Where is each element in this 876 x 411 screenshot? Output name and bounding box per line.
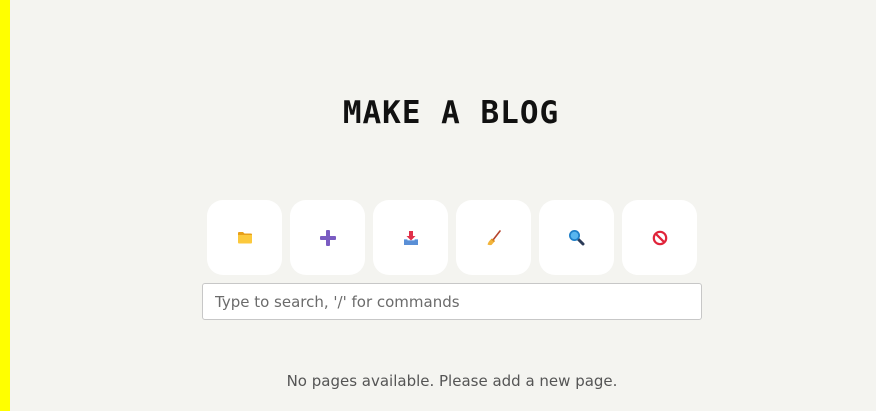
prohibited-icon [652,230,667,245]
search-field [202,283,702,320]
app-root: MAKE A BLOG Type to search, '/' for comm… [0,0,876,411]
folder-icon [237,232,252,244]
open-folder-button[interactable] [207,200,282,275]
import-button[interactable] [373,200,448,275]
plus-icon [319,229,336,246]
accent-bar [0,0,10,411]
page-title: MAKE A BLOG [342,95,560,131]
inbox-download-icon [403,230,418,245]
magnifier-icon [569,230,585,246]
cancel-button[interactable] [622,200,697,275]
add-page-button[interactable] [290,200,365,275]
broom-icon [487,229,501,245]
clear-button[interactable] [456,200,531,275]
search-button[interactable] [539,200,614,275]
search-input[interactable] [203,284,701,319]
empty-state-message: No pages available. Please add a new pag… [286,372,618,390]
toolbar [207,200,697,275]
